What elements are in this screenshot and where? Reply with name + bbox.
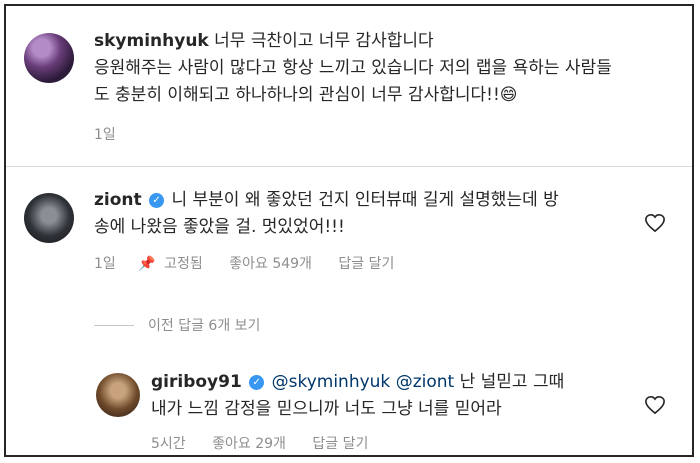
avatar[interactable]	[24, 193, 74, 243]
comment-line: 송에 나왔음 좋았을 걸. 멋있었어!!!	[94, 217, 345, 237]
view-replies-button[interactable]: 이전 답글 6개 보기	[148, 315, 260, 335]
username[interactable]: skyminhyuk	[94, 31, 209, 51]
heart-icon[interactable]	[644, 395, 666, 415]
timestamp[interactable]: 1일	[94, 256, 116, 272]
comment-line: 도 충분히 이해되고 하나하나의 관심이 너무 감사합니다!!	[94, 85, 500, 105]
pinned-label: 고정됨	[164, 256, 203, 272]
comment-text: skyminhyuk 너무 극찬이고 너무 감사합니다 응원해주는 사람이 많다…	[94, 28, 612, 109]
comment-text: giriboy91 ✓ @skyminhyuk @ziont 난 널믿고 그때 …	[151, 369, 564, 423]
comment-line: 너무 극찬이고 너무 감사합니다	[214, 31, 434, 51]
avatar[interactable]	[96, 373, 140, 417]
likes-count[interactable]: 좋아요 29개	[212, 436, 286, 452]
comment-line: 내가 느낌 감정을 믿으니까 너도 그냥 너를 믿어라	[151, 399, 502, 419]
divider	[6, 166, 692, 167]
comments-panel: skyminhyuk 너무 극찬이고 너무 감사합니다 응원해주는 사람이 많다…	[4, 4, 694, 457]
timestamp[interactable]: 1일	[94, 124, 116, 144]
avatar[interactable]	[24, 33, 74, 83]
caption-comment: skyminhyuk 너무 극찬이고 너무 감사합니다 응원해주는 사람이 많다…	[6, 6, 692, 166]
reply-button[interactable]: 답글 달기	[312, 436, 368, 452]
verified-badge-icon: ✓	[249, 374, 265, 390]
timestamp[interactable]: 5시간	[151, 436, 186, 452]
mention-link[interactable]: @ziont	[396, 372, 455, 392]
username[interactable]: ziont	[94, 190, 142, 210]
pin-icon: 📌	[138, 256, 156, 272]
likes-count[interactable]: 좋아요 549개	[229, 256, 312, 272]
comment-line: 난 널믿고 그때	[459, 372, 565, 392]
reply-button[interactable]: 답글 달기	[338, 256, 394, 272]
mention-link[interactable]: @skyminhyuk	[272, 372, 391, 392]
comment-line: 응원해주는 사람이 많다고 항상 느끼고 있습니다 저의 랩을 욕하는 사람들	[94, 58, 612, 78]
divider	[94, 325, 134, 326]
emoji: 😄	[499, 85, 518, 105]
comment-meta: 5시간 좋아요 29개 답글 달기	[151, 433, 368, 453]
comment-line: 니 부분이 왜 좋았던 건지 인터뷰때 길게 설명했는데 방	[171, 190, 559, 210]
comment-text: ziont ✓ 니 부분이 왜 좋았던 건지 인터뷰때 길게 설명했는데 방 송…	[94, 187, 559, 241]
verified-badge-icon: ✓	[149, 192, 165, 208]
comment-meta: 1일 📌 고정됨 좋아요 549개 답글 달기	[94, 253, 394, 273]
username[interactable]: giriboy91	[151, 372, 242, 392]
heart-icon[interactable]	[644, 213, 666, 233]
